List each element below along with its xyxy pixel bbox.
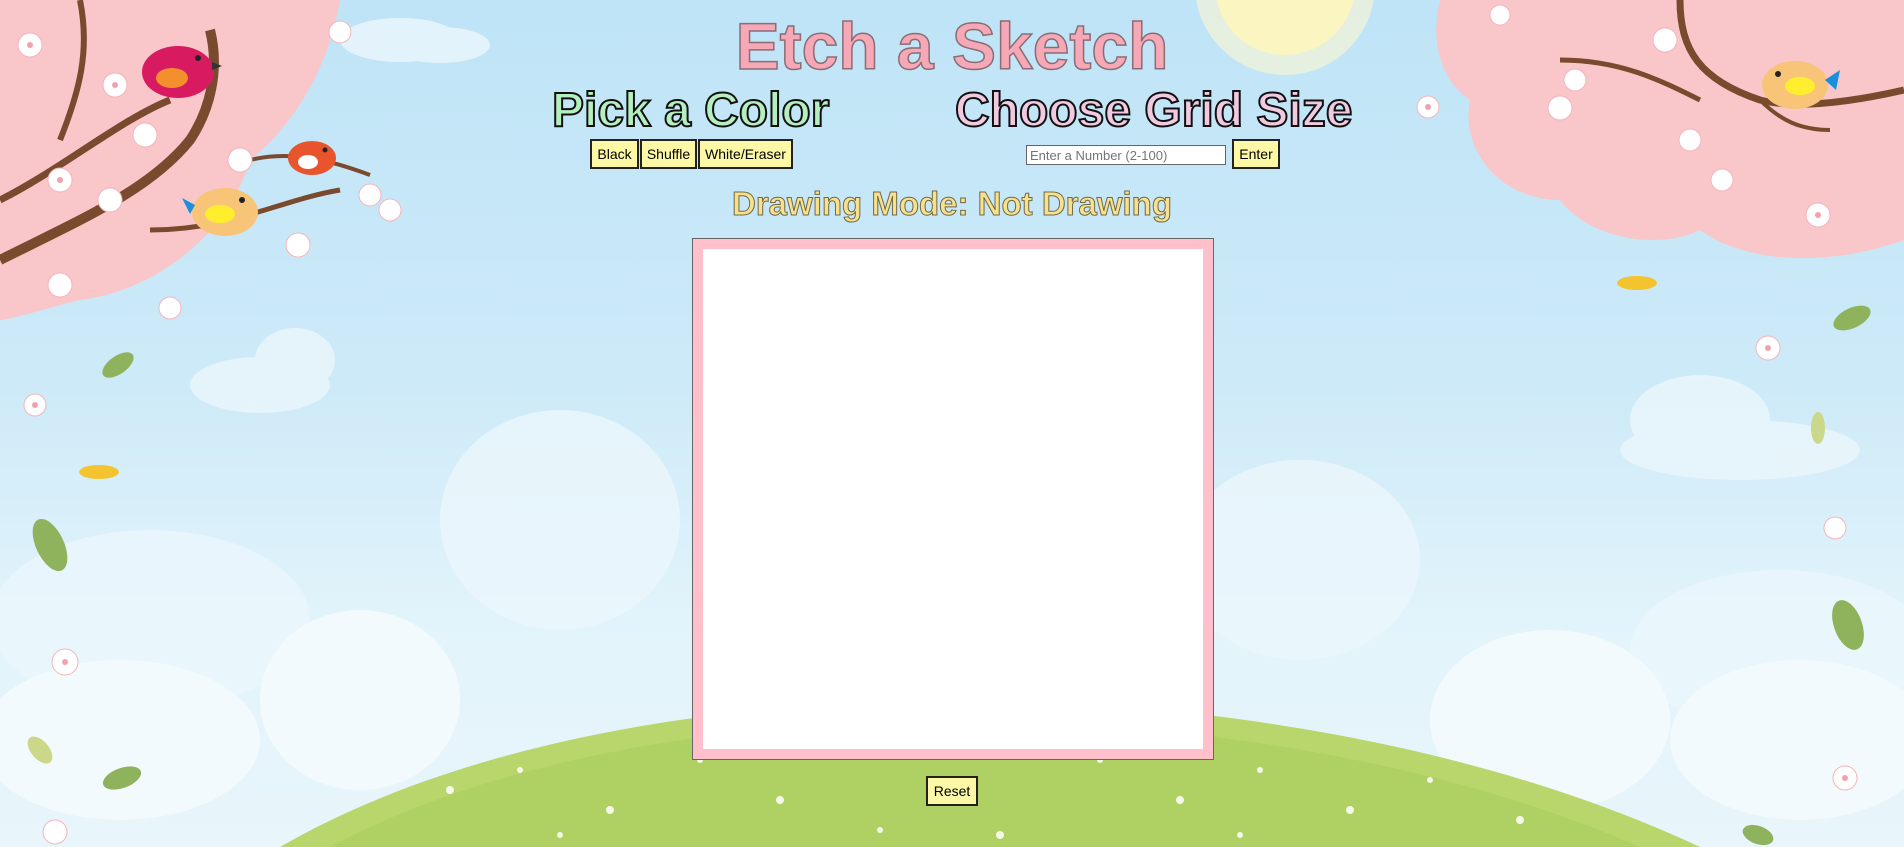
eraser-color-button[interactable]: White/Eraser <box>698 139 793 169</box>
grid-size-heading: Choose Grid Size <box>954 83 1353 138</box>
drawing-mode-label: Drawing Mode: <box>732 185 969 223</box>
grid-size-enter-button[interactable]: Enter <box>1232 139 1280 169</box>
grid-size-input[interactable] <box>1026 145 1226 165</box>
bird-icon <box>288 141 336 175</box>
reset-button[interactable]: Reset <box>926 776 978 806</box>
shuffle-color-button[interactable]: Shuffle <box>640 139 697 169</box>
page-title: Etch a Sketch <box>735 8 1169 84</box>
sketch-grid[interactable] <box>703 249 1203 749</box>
drawing-mode-value: Not Drawing <box>977 185 1172 223</box>
sketch-board-frame <box>692 238 1214 760</box>
pick-color-heading: Pick a Color <box>551 83 830 138</box>
drawing-mode-status: Drawing Mode: Not Drawing <box>0 184 1904 224</box>
black-color-button[interactable]: Black <box>590 139 639 169</box>
